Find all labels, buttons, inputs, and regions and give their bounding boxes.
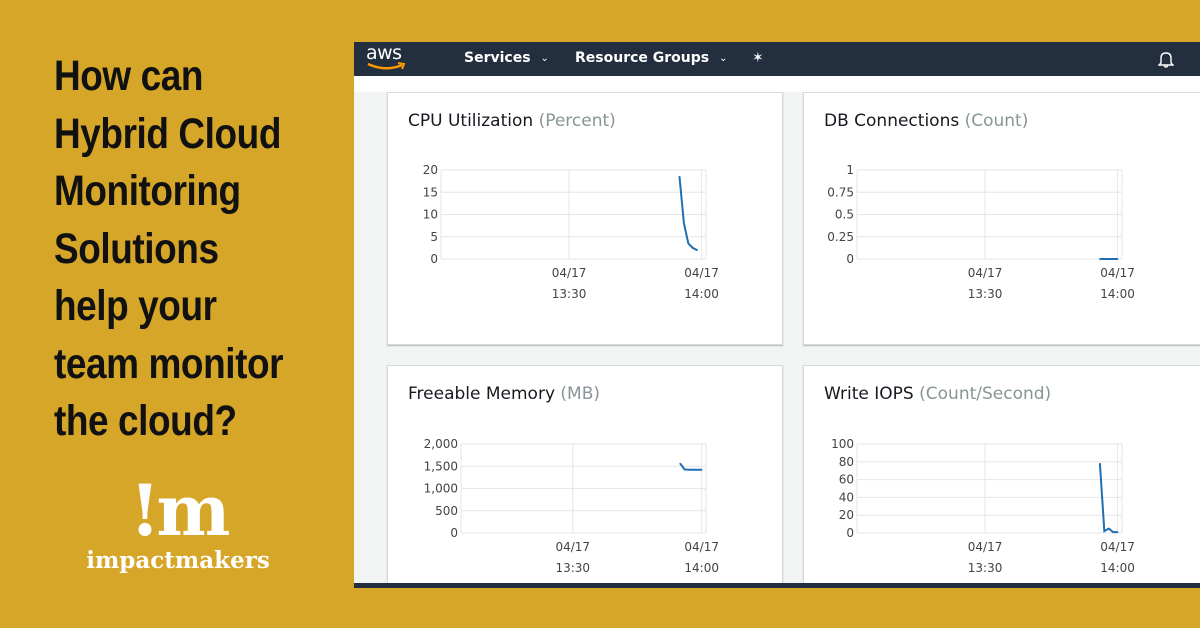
resource-groups-menu[interactable]: Resource Groups ⌄	[575, 50, 728, 66]
x-tick-date: 04/17	[684, 540, 719, 554]
headline-line: Solutions	[54, 224, 219, 273]
x-tick-time: 13:30	[968, 561, 1003, 575]
line-chart: 0 5 10 15 20 04/17 13:30 04/17 14:00	[423, 163, 719, 301]
x-tick-time: 13:30	[552, 287, 587, 301]
data-point	[683, 222, 685, 225]
resource-groups-label: Resource Groups	[575, 50, 710, 66]
logo-wordmark: impactmakers	[86, 547, 270, 574]
y-tick-label: 0.5	[835, 208, 854, 222]
headline-line: help your	[54, 282, 217, 330]
line-chart: 0 0.25 0.5 0.75 1 04/17 13:30 04/17 14:00	[827, 163, 1135, 301]
x-tick-time: 13:30	[555, 561, 590, 575]
header-band	[354, 76, 1200, 92]
chart-card-write-iops: Write IOPS (Count/Second) 0 20 40 60 80 100 04…	[803, 365, 1200, 583]
y-tick-label: 5	[430, 230, 438, 244]
chart-card-cpu-utilization: CPU Utilization (Percent) 0 5 10 15 20 04/17 1…	[387, 92, 783, 345]
y-tick-label: 60	[839, 473, 854, 487]
data-point	[687, 242, 690, 245]
y-tick-label: 0	[430, 252, 438, 266]
headline-line: How can	[54, 52, 204, 100]
x-tick-time: 14:00	[1100, 287, 1135, 301]
data-point	[691, 247, 694, 249]
y-tick-label: 1,000	[424, 482, 458, 496]
y-tick-label: 2,000	[424, 437, 458, 451]
data-point	[1103, 530, 1106, 533]
data-point	[1112, 531, 1114, 533]
y-tick-label: 40	[839, 490, 854, 504]
data-point	[1116, 531, 1119, 533]
y-tick-label: 80	[839, 455, 854, 469]
data-point	[1116, 258, 1119, 260]
y-tick-label: 10	[423, 208, 438, 222]
series-line	[678, 176, 698, 251]
y-tick-label: 20	[839, 508, 854, 522]
headline-line: team monitor	[54, 339, 284, 388]
x-tick-time: 14:00	[1100, 561, 1135, 575]
y-tick-label: 0.25	[827, 230, 854, 244]
y-tick-label: 0	[846, 252, 854, 266]
data-point	[1099, 462, 1101, 465]
data-point	[1107, 258, 1110, 260]
data-point	[1099, 258, 1101, 260]
y-tick-label: 0.75	[827, 185, 854, 199]
aws-console-screenshot: aws Services ⌄ Resource Groups ⌄ ✶ CPU Uti…	[354, 42, 1200, 588]
data-point	[683, 468, 686, 471]
y-tick-label: 0	[846, 526, 854, 540]
data-point	[1107, 527, 1110, 530]
x-tick-date: 04/17	[968, 540, 1003, 554]
headline-line: the cloud?	[54, 397, 237, 445]
data-point	[678, 175, 681, 178]
headline-line: Monitoring	[54, 167, 241, 215]
x-tick-date: 04/17	[555, 540, 590, 554]
y-tick-label: 20	[423, 163, 438, 177]
data-point	[696, 469, 699, 471]
x-tick-time: 14:00	[684, 561, 719, 575]
chevron-down-icon: ⌄	[719, 52, 728, 64]
x-tick-date: 04/17	[552, 266, 587, 280]
line-chart: 0 500 1,000 1,500 2,000 04/17 13:30 04/17 14:00	[424, 437, 719, 575]
y-tick-label: 0	[450, 526, 458, 540]
y-tick-label: 15	[423, 185, 438, 199]
services-menu[interactable]: Services ⌄	[464, 50, 549, 66]
impactmakers-logo: !m impactmakers	[82, 476, 274, 574]
x-tick-date: 04/17	[1100, 540, 1135, 554]
data-point	[1112, 258, 1114, 260]
y-tick-label: 100	[831, 437, 854, 451]
x-tick-time: 14:00	[684, 287, 719, 301]
aws-smile-icon	[367, 62, 406, 70]
data-point	[692, 469, 694, 471]
aws-logo[interactable]: aws	[366, 42, 402, 64]
data-point	[700, 469, 703, 471]
x-tick-date: 04/17	[1100, 266, 1135, 280]
x-tick-date: 04/17	[968, 266, 1003, 280]
data-point	[679, 462, 682, 465]
line-chart: 0 20 40 60 80 100 04/17 13:30 04/17 14:00	[831, 437, 1135, 575]
chart-card-freeable-memory: Freeable Memory (MB) 0 500 1,000 1,500 2,000…	[387, 365, 783, 583]
chevron-down-icon: ⌄	[540, 52, 549, 64]
x-tick-time: 13:30	[968, 287, 1003, 301]
headline-line: Hybrid Cloud	[54, 109, 281, 158]
data-point	[696, 249, 698, 251]
y-tick-label: 500	[435, 504, 458, 518]
logo-mark: !m	[129, 469, 231, 552]
y-tick-label: 1	[846, 163, 854, 177]
headline: How can Hybrid Cloud Monitoring Solution…	[54, 48, 338, 451]
chart-card-db-connections: DB Connections (Count) 0 0.25 0.5 0.75 1 04/1…	[803, 92, 1200, 345]
bell-icon[interactable]	[1158, 50, 1174, 68]
data-point	[688, 469, 690, 471]
x-tick-date: 04/17	[684, 266, 719, 280]
services-label: Services	[464, 50, 531, 66]
y-tick-label: 1,500	[424, 459, 458, 473]
aws-navbar: aws Services ⌄ Resource Groups ⌄ ✶	[354, 42, 1200, 76]
data-point	[1103, 258, 1106, 260]
pin-icon[interactable]: ✶	[752, 50, 764, 66]
